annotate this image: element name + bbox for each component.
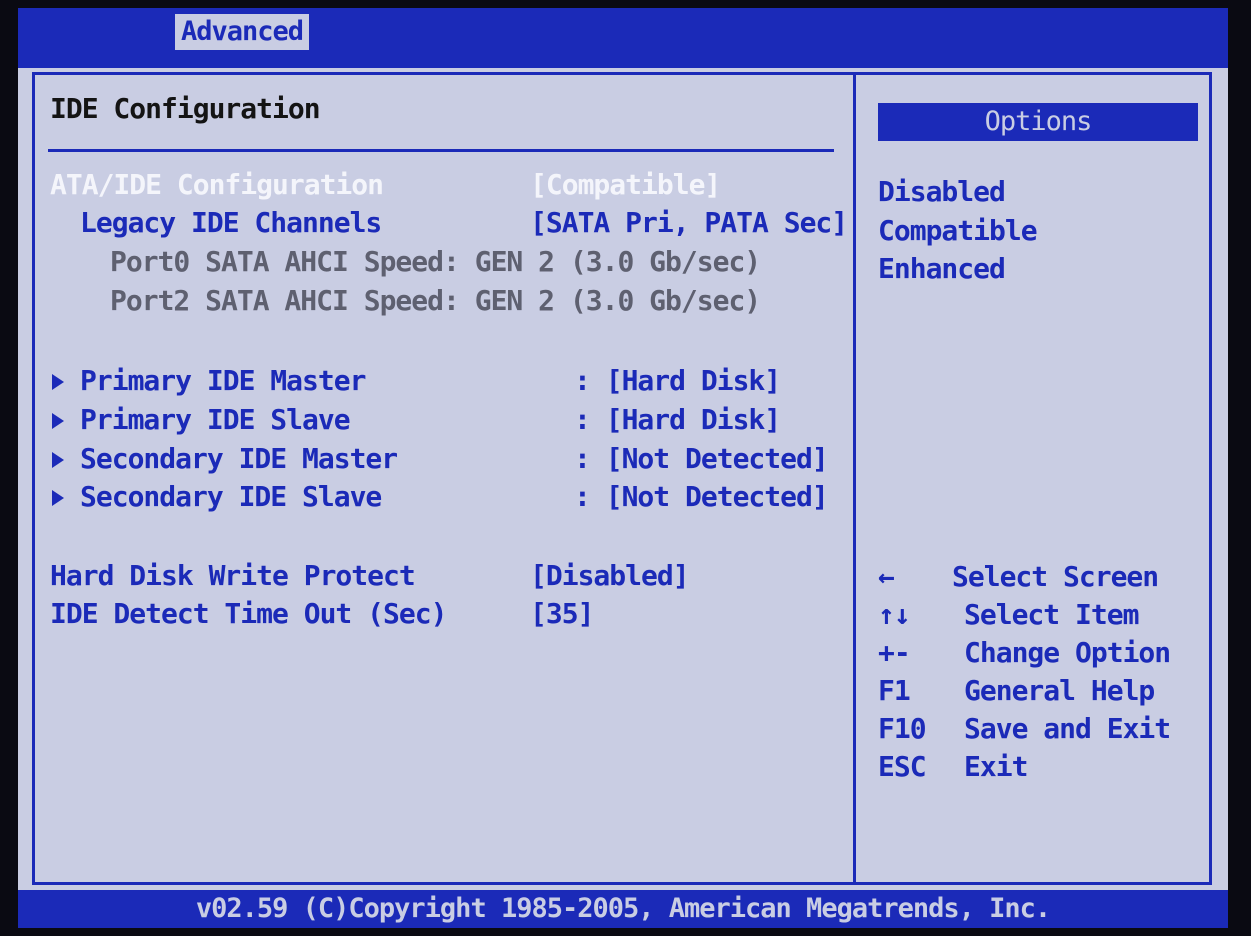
help-key-f1: F1 (878, 674, 911, 707)
help-exit: Exit (964, 750, 1028, 783)
help-select-screen: Select Screen (952, 560, 1159, 593)
setting-ata-ide-configuration-value[interactable]: [Compatible] (530, 168, 721, 201)
submenu-secondary-ide-master[interactable]: Secondary IDE Master (80, 442, 398, 475)
page-title: IDE Configuration (50, 92, 321, 125)
option-enhanced[interactable]: Enhanced (878, 252, 1006, 285)
tab-advanced[interactable]: Advanced (175, 14, 310, 50)
setting-legacy-ide-channels[interactable]: Legacy IDE Channels (80, 206, 382, 239)
submenu-primary-ide-slave[interactable]: Primary IDE Slave (80, 403, 351, 436)
help-select-item: Select Item (964, 598, 1139, 631)
secondary-ide-master-status: : [Not Detected] (574, 442, 829, 475)
submenu-arrow-icon (52, 452, 64, 468)
bios-screen: Advanced IDE Configuration ATA/IDE Confi… (18, 8, 1228, 928)
setting-ide-detect-timeout[interactable]: IDE Detect Time Out (Sec) (50, 597, 447, 630)
option-disabled[interactable]: Disabled (878, 175, 1006, 208)
menu-bar: Advanced (18, 8, 1228, 68)
option-compatible[interactable]: Compatible (878, 214, 1038, 247)
setting-hard-disk-write-protect[interactable]: Hard Disk Write Protect (50, 559, 416, 592)
primary-ide-master-status: : [Hard Disk] (574, 364, 781, 397)
primary-ide-slave-status: : [Hard Disk] (574, 403, 781, 436)
submenu-arrow-icon (52, 374, 64, 390)
copyright-text: v02.59 (C)Copyright 1985-2005, American … (195, 893, 1051, 924)
options-header: Options (878, 103, 1198, 141)
info-port0-speed: Port0 SATA AHCI Speed: GEN 2 (3.0 Gb/sec… (110, 245, 761, 278)
help-save-and-exit: Save and Exit (964, 712, 1171, 745)
setting-ata-ide-configuration[interactable]: ATA/IDE Configuration (50, 168, 384, 201)
panel-divider (853, 72, 856, 885)
setting-hard-disk-write-protect-value[interactable]: [Disabled] (530, 559, 690, 592)
help-key-plus-minus: +- (878, 636, 911, 669)
submenu-arrow-icon (52, 490, 64, 506)
help-general-help: General Help (964, 674, 1155, 707)
secondary-ide-slave-status: : [Not Detected] (574, 480, 829, 513)
submenu-secondary-ide-slave[interactable]: Secondary IDE Slave (80, 480, 382, 513)
submenu-arrow-icon (52, 413, 64, 429)
setting-ide-detect-timeout-value[interactable]: [35] (530, 597, 594, 630)
help-key-f10: F10 (878, 712, 927, 745)
up-down-arrow-key-icon: ↑↓ (878, 598, 911, 631)
left-arrow-key-icon: ← (878, 560, 895, 593)
footer-bar: v02.59 (C)Copyright 1985-2005, American … (18, 890, 1228, 928)
setting-legacy-ide-channels-value[interactable]: [SATA Pri, PATA Sec] (530, 206, 848, 239)
help-key-esc: ESC (878, 750, 927, 783)
title-underline (48, 149, 834, 152)
info-port2-speed: Port2 SATA AHCI Speed: GEN 2 (3.0 Gb/sec… (110, 284, 761, 317)
help-change-option: Change Option (964, 636, 1171, 669)
submenu-primary-ide-master[interactable]: Primary IDE Master (80, 364, 366, 397)
